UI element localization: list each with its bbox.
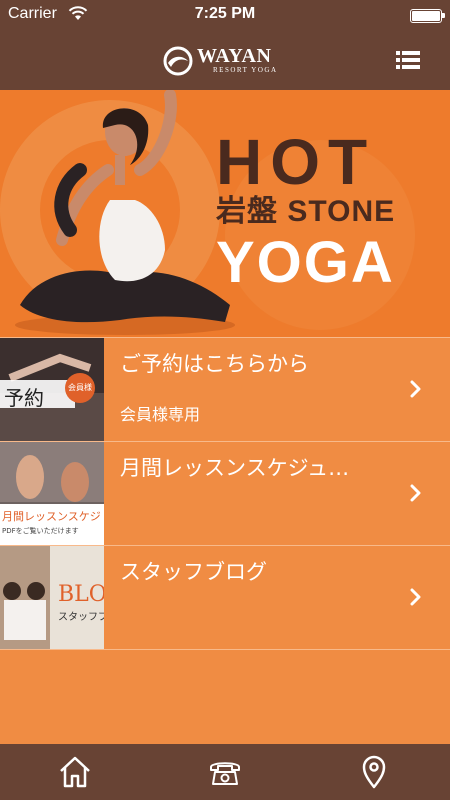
blog-thumb-sub: スタッフブ: [58, 612, 104, 623]
menu-list: 予約 会員様 ご予約はこちらから 会員様専用 月間レッスンスケジ PDFをご覧い…: [0, 337, 450, 649]
logo-subtitle: RESORT YOGA: [213, 66, 278, 74]
blog-thumb-text: BLO: [58, 582, 104, 607]
menu-icon[interactable]: [396, 50, 420, 70]
hero-title-stone: 岩盤 STONE: [216, 195, 396, 228]
phone-icon[interactable]: [207, 754, 243, 790]
menu-item-schedule[interactable]: 月間レッスンスケジ PDFをご覧いただけます 月間レッスンスケジュ…: [0, 441, 450, 545]
schedule-thumb-sub: PDFをご覧いただけます: [2, 527, 79, 535]
reservation-thumbnail: 予約 会員様: [0, 338, 104, 441]
map-pin-icon[interactable]: [356, 754, 392, 790]
schedule-thumb-text: 月間レッスンスケジ: [2, 510, 101, 523]
menu-empty-area: [0, 649, 450, 744]
wayan-logo: WAYAN RESORT YOGA: [163, 46, 293, 76]
home-icon[interactable]: [57, 754, 93, 790]
tab-bar: [0, 744, 450, 800]
nav-bar: WAYAN RESORT YOGA: [0, 30, 450, 90]
reservation-thumb-badge: 会員様: [68, 383, 92, 392]
menu-item-reservation[interactable]: 予約 会員様 ご予約はこちらから 会員様専用: [0, 337, 450, 441]
chevron-right-icon: [410, 588, 421, 606]
chevron-right-icon: [410, 380, 421, 398]
menu-item-subtitle: 会員様専用: [120, 405, 201, 424]
menu-item-title: 月間レッスンスケジュ…: [120, 456, 350, 480]
battery-icon: [410, 9, 445, 23]
menu-item-staff-blog[interactable]: BLO スタッフブ スタッフブログ: [0, 545, 450, 649]
logo-name: WAYAN: [197, 45, 272, 67]
hero-title-yoga: YOGA: [216, 230, 395, 295]
schedule-thumbnail: 月間レッスンスケジ PDFをご覧いただけます: [0, 442, 104, 545]
chevron-right-icon: [410, 484, 421, 502]
status-bar: Carrier 7:25 PM: [0, 0, 450, 30]
hero-banner: HOT 岩盤 STONE YOGA: [0, 90, 450, 337]
hero-title-hot: HOT: [216, 126, 376, 198]
reservation-thumb-text: 予約: [4, 386, 44, 410]
menu-item-title: ご予約はこちらから: [120, 352, 309, 376]
clock: 7:25 PM: [194, 5, 256, 22]
menu-item-title: スタッフブログ: [120, 560, 267, 584]
logo-mark-icon: [163, 46, 193, 76]
blog-thumbnail: BLO スタッフブ: [0, 546, 104, 649]
